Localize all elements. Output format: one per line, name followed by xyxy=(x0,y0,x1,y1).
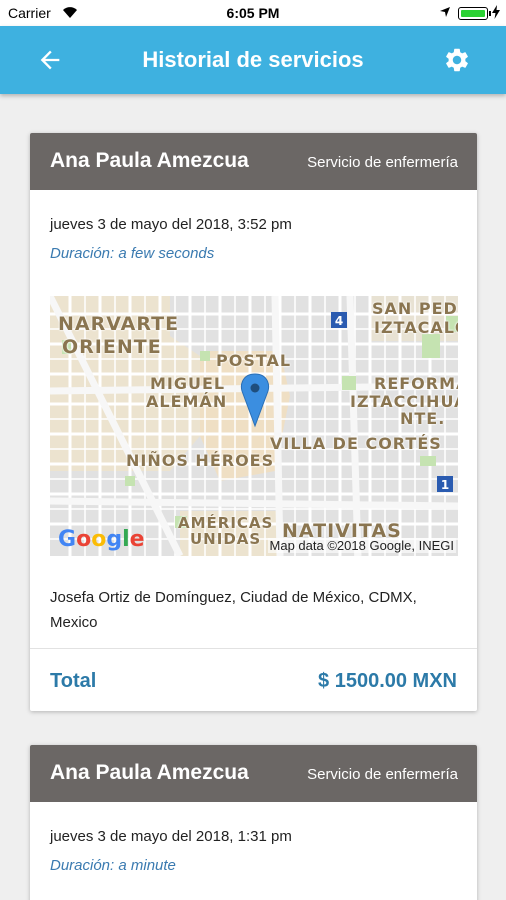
location-arrow-icon xyxy=(440,7,450,17)
map-label-narvarte: NARVARTE xyxy=(58,313,180,335)
service-type: Servicio de enfermería xyxy=(307,766,458,783)
service-duration: Duración: a minute xyxy=(50,857,176,874)
service-duration: Duración: a few seconds xyxy=(50,245,215,262)
map-label-unidas: UNIDAS xyxy=(190,530,262,548)
map-label-nte: NTE. xyxy=(400,409,446,428)
highway-shield-4: 4 xyxy=(335,314,343,328)
service-date: jueves 3 de mayo del 2018, 1:31 pm xyxy=(50,828,292,845)
clock: 6:05 PM xyxy=(226,5,280,21)
battery-icon xyxy=(458,7,488,20)
map-label-reforma: REFORMA xyxy=(374,374,458,393)
map-label-iztacalco: IZTACALC xyxy=(374,318,458,337)
divider xyxy=(30,648,477,649)
charging-bolt-icon xyxy=(492,5,500,19)
service-address: Josefa Ortiz de Domínguez, Ciudad de Méx… xyxy=(50,589,417,631)
card-header: Ana Paula Amezcua Servicio de enfermería xyxy=(30,133,477,190)
map-label-aleman: ALEMÁN xyxy=(146,392,228,411)
patient-name: Ana Paula Amezcua xyxy=(50,761,249,784)
map-label-ninos-heroes: NIÑOS HÉROES xyxy=(126,451,275,470)
map-attribution: Map data ©2018 Google, INEGI xyxy=(267,538,456,553)
location-map[interactable]: 4 1 NARVARTE ORIENTE SAN PEDR IZTACALC P… xyxy=(50,296,458,556)
page-title: Historial de servicios xyxy=(142,47,364,72)
app-bar: Historial de servicios xyxy=(0,26,506,94)
map-label-miguel: MIGUEL xyxy=(150,374,226,393)
total-value: $ 1500.00 MXN xyxy=(318,670,457,692)
service-card[interactable]: Ana Paula Amezcua Servicio de enfermería… xyxy=(30,133,477,711)
status-bar: Carrier 6:05 PM xyxy=(0,0,506,26)
total-label: Total xyxy=(50,670,97,692)
map-label-oriente: ORIENTE xyxy=(62,336,162,358)
card-header: Ana Paula Amezcua Servicio de enfermería xyxy=(30,745,477,802)
gear-icon[interactable] xyxy=(443,46,471,74)
service-card[interactable]: Ana Paula Amezcua Servicio de enfermería… xyxy=(30,745,477,900)
highway-shield-1: 1 xyxy=(441,478,449,492)
service-date: jueves 3 de mayo del 2018, 3:52 pm xyxy=(50,216,292,233)
map-label-san-pedro: SAN PEDR xyxy=(372,299,458,318)
map-label-postal: POSTAL xyxy=(216,351,292,370)
patient-name: Ana Paula Amezcua xyxy=(50,149,249,172)
service-type: Servicio de enfermería xyxy=(307,154,458,171)
battery-tip xyxy=(489,11,491,16)
map-label-villa-de-cortes: VILLA DE CORTÉS xyxy=(270,434,442,453)
google-logo: Google xyxy=(58,527,145,552)
